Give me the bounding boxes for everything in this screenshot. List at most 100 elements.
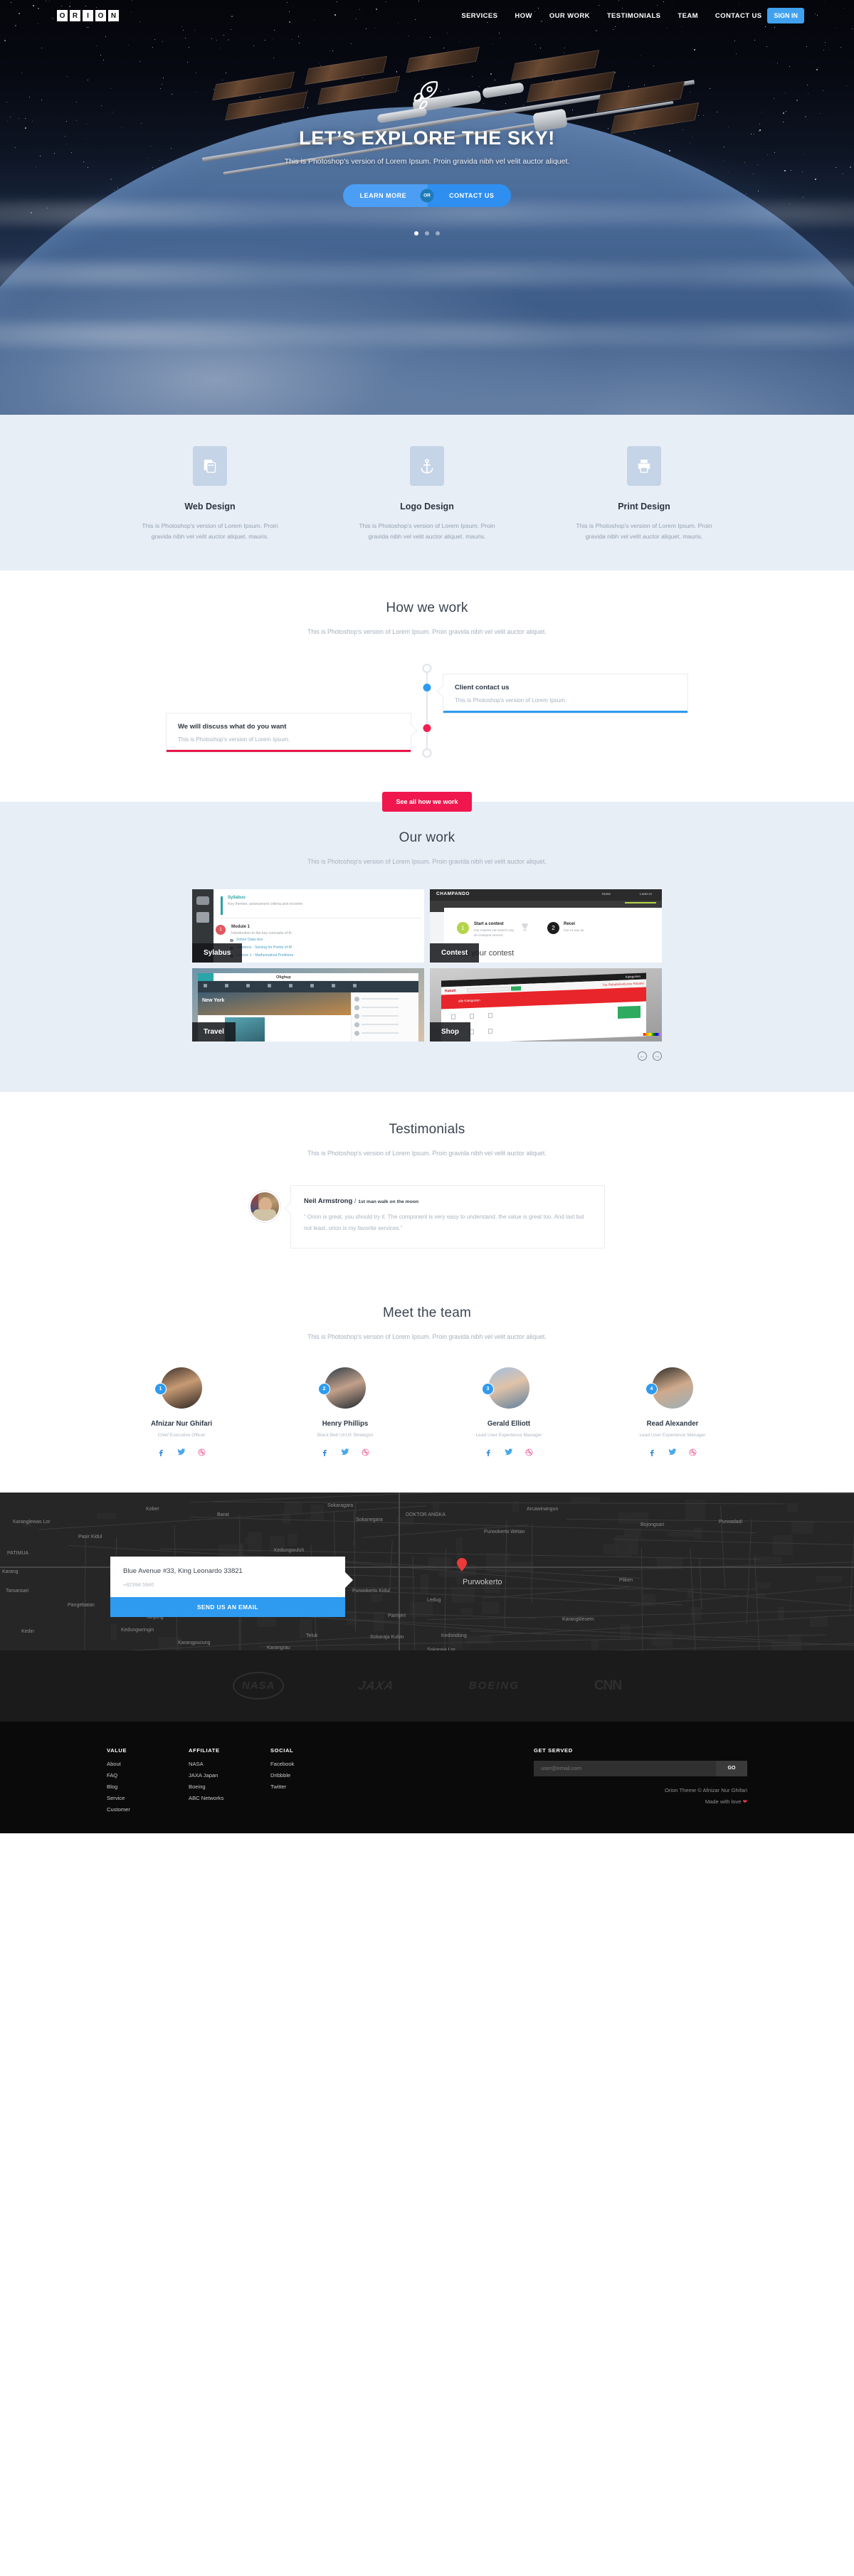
- portfolio-item-shop[interactable]: Kategorien Rabatt Top Rabatte Exklusive …: [430, 968, 662, 1041]
- cnn-logo: CNN: [594, 1678, 621, 1694]
- portfolio-caption-sylabus: Sylabus: [192, 943, 242, 963]
- service-text-1: This is Photoshop's version of Lorem Ips…: [354, 521, 500, 542]
- footer-credit-line-1: Orion Theme © Afnizar Nur Ghifari: [534, 1787, 747, 1793]
- contest-step-1-number: 1: [457, 922, 469, 934]
- or-divider-label: OR: [421, 189, 434, 203]
- footer-link-facebook[interactable]: Facebook: [270, 1761, 352, 1767]
- service-title-1: Logo Design: [354, 502, 500, 512]
- footer-link-nasa[interactable]: NASA: [189, 1761, 270, 1767]
- site-logo[interactable]: ORION: [50, 10, 119, 21]
- twitter-icon[interactable]: [505, 1447, 513, 1460]
- twitter-icon[interactable]: [177, 1447, 186, 1460]
- dribbble-icon[interactable]: [362, 1447, 369, 1460]
- team-lead: This is Photoshop's version of Lorem Ips…: [0, 1333, 854, 1340]
- send-us-an-email-button[interactable]: SEND US AN EMAIL: [110, 1597, 345, 1617]
- carousel-dot-2[interactable]: [425, 231, 429, 235]
- facebook-icon[interactable]: [157, 1447, 165, 1460]
- hero-title: LET’S EXPLORE THE SKY!: [0, 127, 854, 149]
- dribbble-icon[interactable]: [525, 1447, 533, 1460]
- shop-link-1: Top Rabatte: [602, 982, 619, 987]
- footer-link-blog[interactable]: Blog: [107, 1783, 189, 1790]
- timeline-node-2: [423, 724, 431, 732]
- arrow-left-icon[interactable]: ←: [638, 1051, 647, 1061]
- team-role-2: Lead User Experience Manager: [438, 1433, 580, 1438]
- logo-letter-0: O: [57, 10, 68, 21]
- footer-link-dribbble[interactable]: Dribbble: [270, 1772, 352, 1779]
- testimonial-card: Neil Armstrong / 1st man walk on the moo…: [290, 1185, 605, 1249]
- carousel-dots[interactable]: [0, 231, 854, 235]
- footer-link-faq[interactable]: FAQ: [107, 1772, 189, 1779]
- map-label-29: Karangklesem: [562, 1617, 594, 1622]
- learn-more-button[interactable]: LEARN MORE: [343, 184, 428, 207]
- map-info-window: Blue Avenue #33, King Leonardo 33821 +82…: [110, 1557, 345, 1617]
- footer-link-abc-networks[interactable]: ABC Networks: [189, 1795, 270, 1801]
- our-work-title: Our work: [0, 830, 854, 846]
- map-label-8: Sokanegara: [356, 1517, 383, 1522]
- map-label-28: Sokaraja Lor: [427, 1648, 455, 1650]
- logo-letter-4: N: [108, 10, 119, 21]
- portfolio-item-sylabus[interactable]: Syllabus Key themes, assessment criteria…: [192, 889, 424, 963]
- footer-link-about[interactable]: About: [107, 1761, 189, 1767]
- carousel-dot-3[interactable]: [436, 231, 440, 235]
- footer-link-customer[interactable]: Customer: [107, 1806, 189, 1813]
- map-label-5: Barat: [217, 1512, 229, 1517]
- facebook-icon[interactable]: [648, 1447, 656, 1460]
- portfolio-item-contest[interactable]: CHAMPANDO Home Learn m 1 Start a contest…: [430, 889, 662, 963]
- footer-link-jaxa-japan[interactable]: JAXA Japan: [189, 1772, 270, 1779]
- nav-link-testimonials[interactable]: TESTIMONIALS: [607, 12, 661, 20]
- team-member-2: 3 Gerald Elliott Lead User Experience Mana…: [438, 1367, 580, 1460]
- hero-subtitle: This is Photoshop's version of Lorem Ips…: [0, 157, 854, 166]
- dribbble-icon[interactable]: [198, 1447, 206, 1460]
- nav-link-team[interactable]: TEAM: [678, 12, 698, 20]
- testimonials-title: Testimonials: [0, 1122, 854, 1138]
- nav-link-our-work[interactable]: OUR WORK: [549, 12, 590, 20]
- footer-link-service[interactable]: Service: [107, 1795, 189, 1801]
- service-text-2: This is Photoshop's version of Lorem Ips…: [571, 521, 717, 542]
- travel-brand: Olighup: [276, 975, 291, 980]
- team-role-3: Lead User Experience Manager: [601, 1433, 744, 1438]
- services-section: Web Design This is Photoshop's version of…: [0, 415, 854, 571]
- carousel-dot-1[interactable]: [414, 231, 418, 235]
- facebook-icon[interactable]: [321, 1447, 329, 1460]
- map-label-6: Kedungwuluh: [274, 1548, 304, 1553]
- contest-nav-learn: Learn m: [640, 892, 652, 896]
- arrow-right-icon[interactable]: →: [653, 1051, 662, 1061]
- service-title-0: Web Design: [137, 502, 283, 512]
- team-member-0: 1 Afnizar Nur Ghifari Chief Executive Offi…: [110, 1367, 253, 1460]
- contact-us-button[interactable]: CONTACT US: [428, 184, 511, 207]
- map-label-18: Kedungwringin: [121, 1628, 154, 1633]
- newsletter-go-button[interactable]: GO: [716, 1761, 747, 1776]
- our-work-lead: This is Photoshop's version of Lorem Ips…: [0, 858, 854, 865]
- dribbble-icon[interactable]: [689, 1447, 697, 1460]
- portfolio-item-travel[interactable]: Olighup New York Travel: [192, 968, 424, 1041]
- timeline-card-2-text: This is Photoshop's version of Lorem Ips…: [178, 736, 399, 743]
- map-pin-icon[interactable]: [457, 1558, 467, 1571]
- nav-link-how[interactable]: HOW: [515, 12, 532, 20]
- footer: VALUE About FAQ Blog Service Customer AFFILI…: [0, 1722, 854, 1833]
- contest-step-1-title: Start a contest: [474, 922, 504, 926]
- footer-link-twitter[interactable]: Twitter: [270, 1783, 352, 1790]
- nav-link-contact-us[interactable]: CONTACT US: [715, 12, 762, 20]
- shop-category: alle Kategorien: [458, 998, 480, 1002]
- team-socials-2: [438, 1447, 580, 1460]
- nav-link-services[interactable]: SERVICES: [461, 12, 497, 20]
- portfolio-caption-contest: Contest: [430, 943, 479, 963]
- map-label-1: Pasir Kidul: [78, 1535, 102, 1539]
- sign-in-button[interactable]: SIGN IN: [767, 8, 804, 23]
- map-label-4: Kober: [146, 1507, 159, 1512]
- map-section[interactable]: Karanglewas Lor Pasir Kidul PATIMUA Karang K…: [0, 1493, 854, 1650]
- twitter-icon[interactable]: [341, 1447, 349, 1460]
- email-field[interactable]: [534, 1761, 716, 1776]
- main-navigation: ORION SERVICES HOW OUR WORK TESTIMONIALS TEA…: [0, 0, 854, 31]
- shop-brand: Rabatt: [445, 989, 456, 994]
- contact-address: Blue Avenue #33, King Leonardo 33821: [123, 1567, 332, 1575]
- map-label-25: Ledug: [427, 1598, 441, 1603]
- see-all-how-we-work-button[interactable]: See all how we work: [382, 792, 471, 812]
- timeline-line: [426, 668, 428, 753]
- facebook-icon[interactable]: [485, 1447, 492, 1460]
- team-role-0: Chief Executive Officer: [110, 1433, 253, 1438]
- twitter-icon[interactable]: [668, 1447, 677, 1460]
- map-label-7: Sokaragara: [327, 1503, 353, 1508]
- hero-cta-group: LEARN MORE CONTACT US OR: [343, 184, 512, 207]
- footer-link-boeing[interactable]: Boeing: [189, 1783, 270, 1790]
